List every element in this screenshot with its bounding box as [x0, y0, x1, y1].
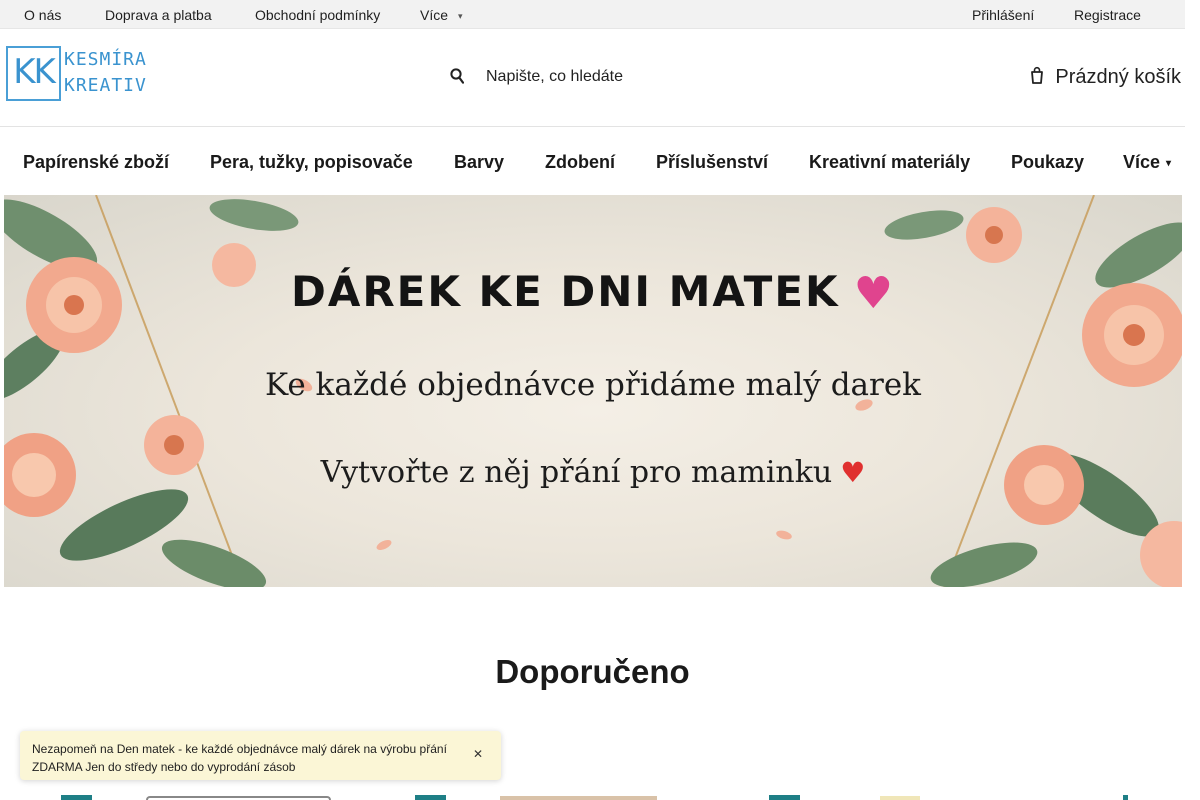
topbar-link-about[interactable]: O nás	[24, 7, 61, 23]
product-badge	[61, 795, 92, 800]
top-utility-bar: O nás Doprava a platba Obchodní podmínky…	[0, 0, 1185, 29]
topbar-more-label: Více	[420, 7, 449, 23]
cart-button[interactable]: Prázdný košík	[1029, 62, 1181, 92]
hero-cta-line: Vytvořte z něj přání pro maminku ♥	[4, 455, 1182, 490]
logo-mark: KK	[6, 46, 61, 101]
product-badge	[769, 795, 800, 800]
search-icon[interactable]	[450, 68, 465, 86]
nav-item-paper-goods[interactable]: Papírenské zboží	[23, 152, 169, 173]
hero-cta-text: Vytvořte z něj přání pro maminku	[320, 455, 833, 490]
search-placeholder: Napište, co hledáte	[486, 68, 623, 85]
nav-more-menu[interactable]: Více ▾	[1123, 152, 1171, 173]
topbar-link-terms[interactable]: Obchodní podmínky	[255, 7, 380, 23]
logo-text-line2: KREATIV	[64, 75, 147, 96]
nav-more-label: Více	[1123, 152, 1161, 172]
hero-headline-text: DÁREK KE DNI MATEK	[290, 267, 840, 316]
nav-item-accessories[interactable]: Příslušenství	[656, 152, 768, 173]
nav-item-pens-pencils[interactable]: Pera, tužky, popisovače	[210, 152, 413, 173]
product-thumbnail[interactable]	[500, 796, 657, 800]
category-nav: Papírenské zboží Pera, tužky, popisovače…	[0, 127, 1185, 195]
topbar-more-menu[interactable]: Více ▾	[420, 7, 463, 23]
logo-text-line1: KESMÍRA	[64, 49, 147, 70]
site-logo[interactable]: KK KESMÍRA KREATIV	[6, 46, 162, 102]
hero-headline: DÁREK KE DNI MATEK ♥	[4, 267, 1182, 319]
product-thumbnail[interactable]	[880, 796, 920, 800]
site-header: KK KESMÍRA KREATIV Napište, co hledáte P…	[0, 29, 1185, 127]
product-thumbnail[interactable]	[146, 796, 331, 800]
product-badge	[415, 795, 446, 800]
chevron-down-icon: ▾	[458, 11, 463, 21]
hero-banner[interactable]: DÁREK KE DNI MATEK ♥ Ke každé objednávce …	[4, 195, 1182, 587]
promo-notice-text: Nezapomeň na Den matek - ke každé objedn…	[32, 742, 447, 774]
cart-label: Prázdný košík	[1055, 65, 1181, 88]
cart-icon	[1029, 66, 1045, 89]
close-icon[interactable]: ✕	[473, 747, 483, 761]
nav-item-paints[interactable]: Barvy	[454, 152, 504, 173]
topbar-link-shipping[interactable]: Doprava a platba	[105, 7, 212, 23]
nav-item-creative-materials[interactable]: Kreativní materiály	[809, 152, 970, 173]
section-title: Doporučeno	[495, 653, 690, 690]
nav-item-vouchers[interactable]: Poukazy	[1011, 152, 1084, 173]
promo-notice: Nezapomeň na Den matek - ke každé objedn…	[20, 731, 501, 780]
login-link[interactable]: Přihlášení	[972, 7, 1034, 23]
search-input[interactable]: Napište, co hledáte	[450, 62, 623, 92]
heart-icon: ♥	[840, 456, 866, 489]
register-link[interactable]: Registrace	[1074, 7, 1141, 23]
gift-heart-icon: ♥	[853, 268, 896, 319]
chevron-down-icon: ▾	[1166, 158, 1172, 169]
product-badge	[1123, 795, 1128, 800]
nav-item-decoration[interactable]: Zdobení	[545, 152, 615, 173]
hero-subline: Ke každé objednávce přidáme malý darek	[265, 367, 921, 403]
